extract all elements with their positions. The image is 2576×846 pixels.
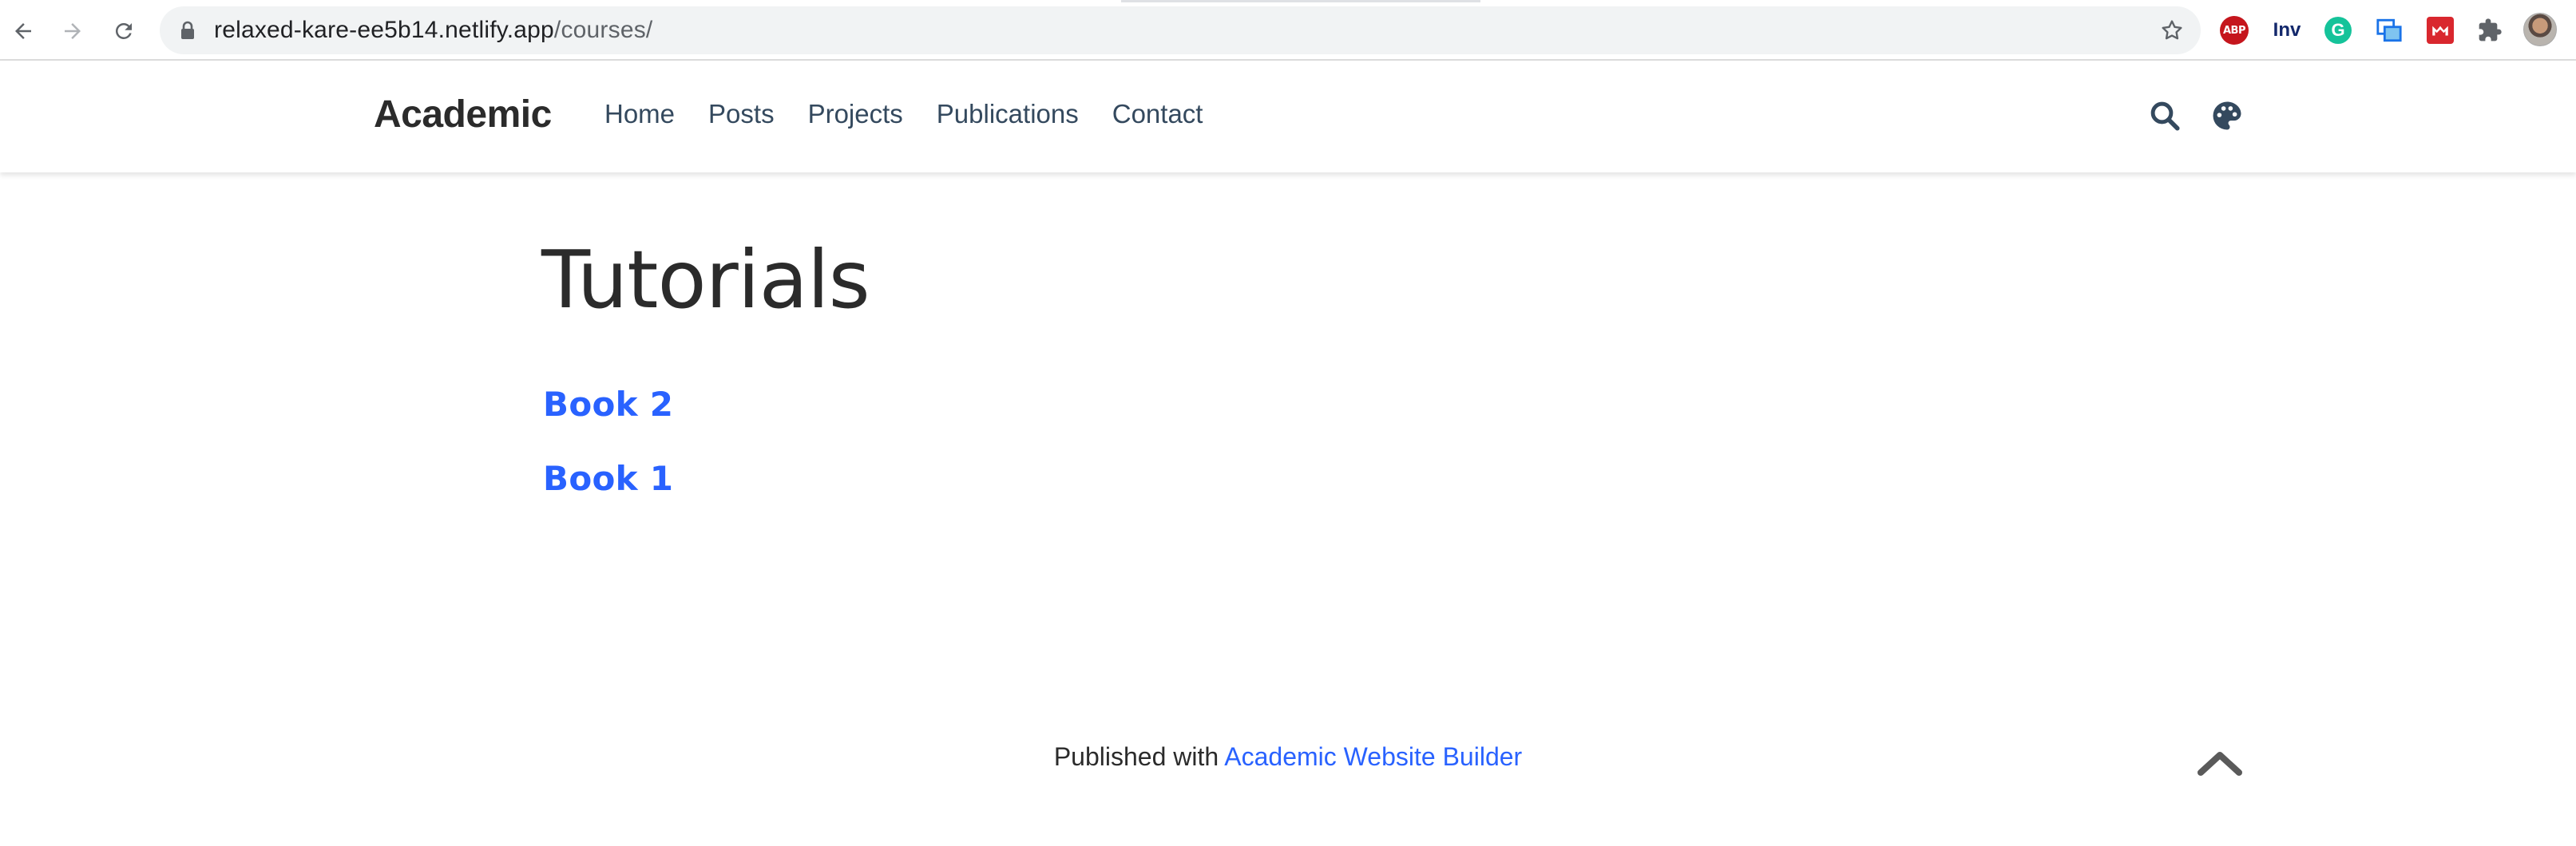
grammarly-icon: G bbox=[2324, 17, 2352, 44]
url-text: relaxed-kare-ee5b14.netlify.app/courses/ bbox=[214, 18, 652, 43]
arrow-right-icon bbox=[65, 23, 81, 39]
adblock-extension-button[interactable]: ABP bbox=[2218, 14, 2250, 46]
nav-link-contact[interactable]: Contact bbox=[1112, 99, 1203, 129]
screen-capture-icon bbox=[2376, 18, 2402, 42]
footer-prefix: Published with bbox=[1053, 742, 1219, 771]
url-path: /courses/ bbox=[553, 17, 653, 43]
mega-icon bbox=[2427, 17, 2454, 44]
profile-avatar[interactable] bbox=[2523, 13, 2557, 46]
reload-button[interactable] bbox=[104, 11, 144, 51]
nav-link-home[interactable]: Home bbox=[604, 99, 675, 129]
page-title: Tutorials bbox=[541, 233, 870, 326]
grammarly-extension-button[interactable]: G bbox=[2322, 14, 2354, 46]
tab-strip-edge bbox=[1121, 0, 1480, 2]
screenshot-extension-button[interactable] bbox=[2373, 14, 2405, 46]
back-to-top-chevron-icon[interactable] bbox=[2196, 747, 2244, 779]
footer-builder-link[interactable]: Academic Website Builder bbox=[1224, 742, 1522, 771]
search-icon[interactable] bbox=[2148, 99, 2182, 132]
lock-icon bbox=[181, 21, 194, 39]
nav-link-publications[interactable]: Publications bbox=[937, 99, 1079, 129]
forward-button[interactable] bbox=[53, 11, 93, 51]
nav-link-posts[interactable]: Posts bbox=[708, 99, 775, 129]
reload-icon bbox=[115, 22, 132, 39]
back-button[interactable] bbox=[3, 11, 43, 51]
site-navbar: Academic Home Posts Projects Publication… bbox=[0, 61, 2576, 172]
adblock-icon: ABP bbox=[2220, 16, 2249, 45]
brand-logo[interactable]: Academic bbox=[374, 93, 552, 136]
bookmark-star-icon[interactable] bbox=[2159, 18, 2185, 43]
site-footer: Published with Academic Website Builder bbox=[0, 742, 2576, 772]
course-link-book-1[interactable]: Book 1 bbox=[543, 459, 673, 498]
nav-link-projects[interactable]: Projects bbox=[808, 99, 903, 129]
address-bar[interactable]: relaxed-kare-ee5b14.netlify.app/courses/ bbox=[160, 6, 2201, 54]
puzzle-piece-icon bbox=[2479, 18, 2502, 42]
inv-icon: Inv bbox=[2273, 19, 2301, 41]
course-link-book-2[interactable]: Book 2 bbox=[543, 385, 673, 424]
extensions-menu-button[interactable] bbox=[2474, 14, 2506, 46]
inv-extension-button[interactable]: Inv bbox=[2269, 14, 2305, 46]
main-nav: Home Posts Projects Publications Contact bbox=[604, 99, 1236, 129]
palette-icon[interactable] bbox=[2210, 99, 2244, 132]
url-host: relaxed-kare-ee5b14.netlify.app bbox=[214, 17, 554, 43]
arrow-left-icon bbox=[15, 23, 31, 39]
browser-toolbar: relaxed-kare-ee5b14.netlify.app/courses/… bbox=[0, 0, 2576, 61]
mega-extension-button[interactable] bbox=[2424, 14, 2456, 46]
